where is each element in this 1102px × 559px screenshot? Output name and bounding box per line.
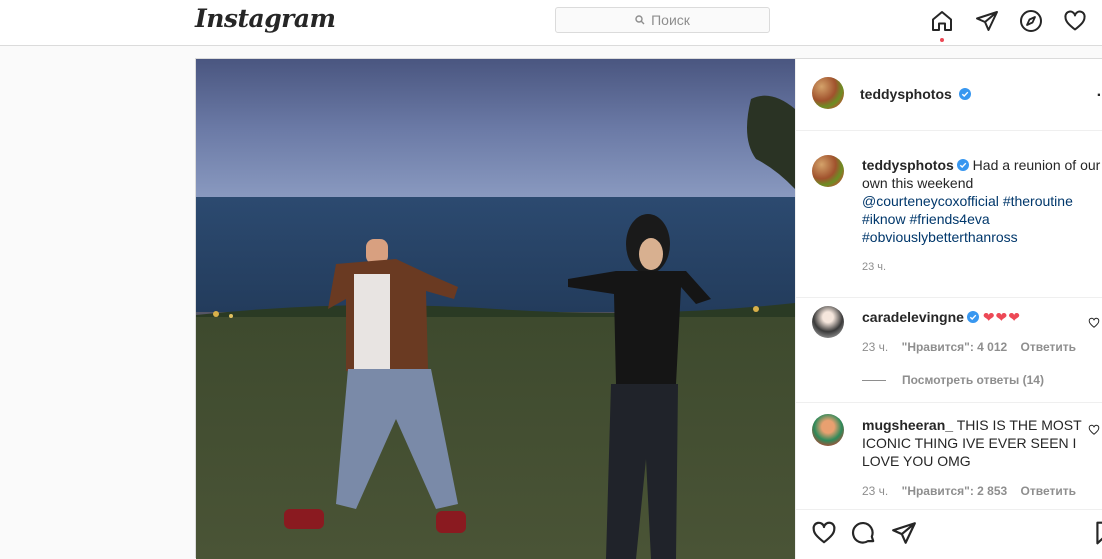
view-replies-label: Посмотреть ответы (14) — [902, 373, 1044, 387]
caption-mention[interactable]: @courteneycoxofficial — [862, 193, 999, 209]
divider — [796, 402, 1102, 403]
search-input[interactable]: Поиск — [555, 7, 770, 33]
comment-meta: 23 ч. "Нравится": 2 853 Ответить — [862, 484, 1086, 498]
search-icon — [635, 15, 645, 25]
divider — [796, 297, 1102, 298]
verified-badge-icon — [956, 159, 969, 171]
comment-icon[interactable] — [851, 520, 877, 546]
instagram-logo[interactable]: Instagram — [195, 4, 336, 33]
top-navigation-bar: Instagram Поиск — [0, 0, 1102, 46]
comment-username[interactable]: mugsheeran_ — [862, 417, 953, 433]
commenter-avatar[interactable] — [812, 414, 844, 446]
caption-avatar[interactable] — [812, 155, 844, 187]
post-video[interactable] — [196, 59, 795, 559]
post-card: teddysphotos … teddysphotos Had a reunio… — [195, 58, 1102, 559]
save-icon[interactable] — [1092, 520, 1102, 546]
post-header: teddysphotos … — [796, 59, 1102, 131]
commenter-avatar[interactable] — [812, 306, 844, 338]
comment-likes[interactable]: "Нравится": 2 853 — [902, 484, 1008, 498]
notification-dot — [940, 38, 944, 42]
caption-hashtag[interactable]: #obviouslybetterthanross — [862, 229, 1018, 245]
activity-heart-icon[interactable] — [1063, 9, 1087, 33]
post-caption: teddysphotos Had a reunion of our own th… — [862, 156, 1102, 246]
comment-likes[interactable]: "Нравится": 4 012 — [902, 340, 1008, 354]
caption-hashtag[interactable]: #theroutine — [1003, 193, 1073, 209]
caption-hashtag[interactable]: #friends4eva — [909, 211, 989, 227]
share-icon[interactable] — [891, 520, 917, 546]
comment-like-icon[interactable] — [1088, 424, 1100, 436]
post-side-panel: teddysphotos … teddysphotos Had a reunio… — [795, 59, 1102, 559]
verified-badge-icon — [959, 88, 972, 100]
video-frame — [196, 59, 795, 559]
caption-timestamp[interactable]: 23 ч. — [862, 261, 886, 273]
author-avatar[interactable] — [812, 77, 844, 109]
comment-text: ❤❤❤ — [982, 309, 1022, 325]
search-placeholder: Поиск — [651, 12, 690, 28]
post-author: teddysphotos — [860, 86, 972, 104]
comment-username[interactable]: caradelevingne — [862, 309, 964, 325]
author-username[interactable]: teddysphotos — [860, 86, 952, 102]
caption-hashtag[interactable]: #iknow — [862, 211, 906, 227]
comment-timestamp[interactable]: 23 ч. — [862, 484, 888, 498]
explore-icon[interactable] — [1019, 9, 1043, 33]
home-icon[interactable] — [930, 9, 954, 33]
comment-timestamp[interactable]: 23 ч. — [862, 340, 888, 354]
replies-line — [862, 379, 886, 381]
like-icon[interactable] — [811, 520, 837, 546]
direct-icon[interactable] — [975, 9, 999, 33]
comment-meta: 23 ч. "Нравится": 4 012 Ответить — [862, 340, 1086, 354]
reply-button[interactable]: Ответить — [1021, 340, 1076, 354]
comment-body: mugsheeran_ THIS IS THE MOST ICONIC THIN… — [862, 416, 1082, 470]
verified-badge-icon — [966, 311, 979, 323]
view-replies-button[interactable]: Посмотреть ответы (14) — [862, 373, 1044, 387]
comment-like-icon[interactable] — [1088, 317, 1100, 329]
reply-button[interactable]: Ответить — [1021, 484, 1076, 498]
caption-username[interactable]: teddysphotos — [862, 157, 954, 173]
comment-body: caradelevingne ❤❤❤ — [862, 308, 1082, 326]
more-options-icon[interactable]: … — [1096, 83, 1102, 101]
